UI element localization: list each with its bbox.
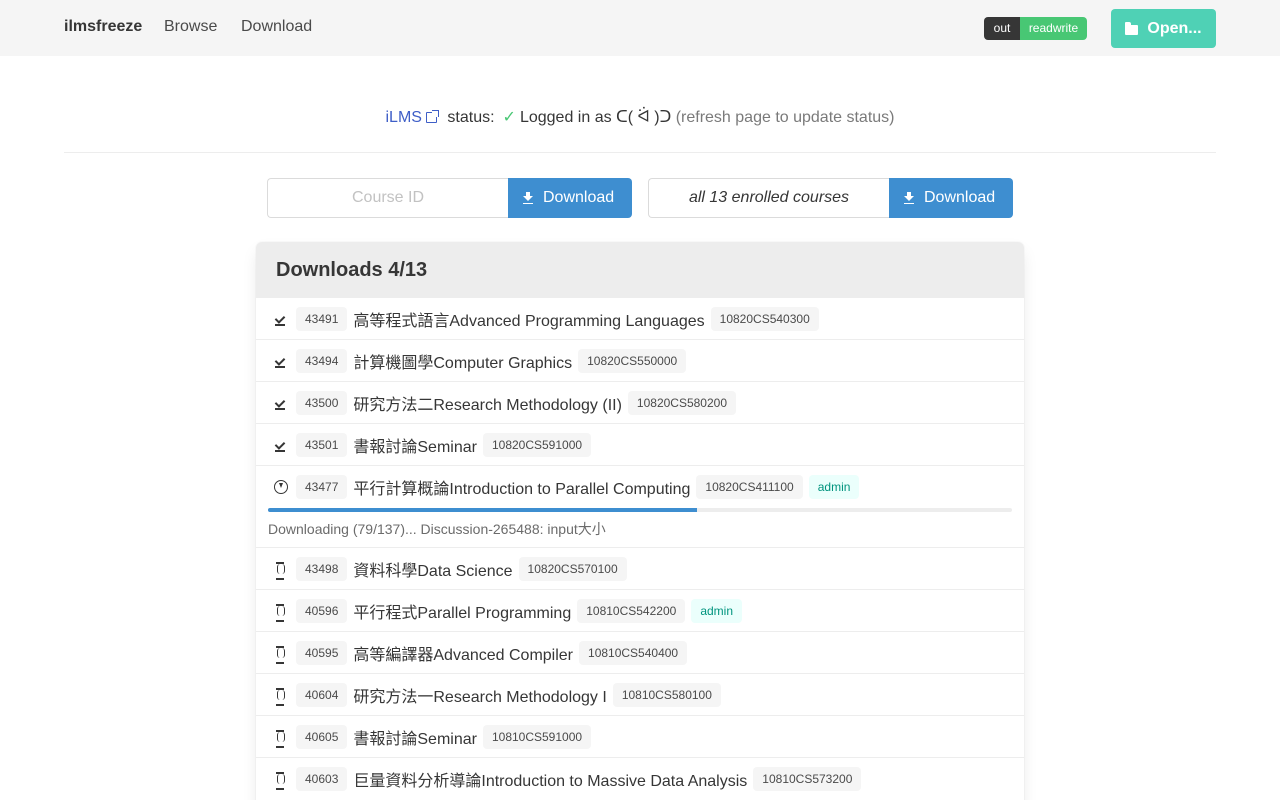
course-row[interactable]: 43501 書報討論Seminar 10820CS591000 — [256, 423, 1024, 465]
navbar: ilmsfreeze Browse Download out readwrite… — [0, 0, 1280, 56]
course-id-field: Course ID Download — [267, 178, 632, 218]
course-code-tag: 10810CS540400 — [579, 640, 688, 665]
active-download-row[interactable]: 43477 平行計算概論Introduction to Parallel Com… — [256, 465, 1024, 547]
done-check-icon — [274, 438, 288, 452]
course-row[interactable]: 40604 研究方法一Research Methodology I 10810C… — [256, 673, 1024, 715]
progress-fill — [268, 508, 698, 512]
course-name: 高等編譯器Advanced Compiler — [353, 646, 574, 664]
course-code-tag: 10810CS591000 — [482, 724, 592, 749]
nav-browse[interactable]: Browse — [164, 18, 217, 36]
ilms-link[interactable]: iLMS — [386, 109, 422, 126]
course-code-tag: 10810CS542200 — [577, 598, 686, 623]
download-all-button[interactable]: Download — [889, 178, 1013, 218]
brand-link[interactable]: ilmsfreeze — [64, 18, 142, 36]
external-link-icon — [425, 110, 439, 123]
download-icon — [523, 192, 533, 204]
course-name: 資料科學Data Science — [353, 562, 513, 580]
logged-in-text: Logged in as ᑕ( ᐛ )ᑐ — [519, 109, 672, 126]
status-label: status: — [447, 109, 495, 126]
course-code-tag: 10810CS580100 — [612, 682, 721, 707]
done-check-icon — [274, 396, 288, 410]
course-id-tag: 40603 — [296, 766, 348, 791]
download-course-label: Download — [543, 189, 615, 206]
course-row[interactable]: 40596 平行程式Parallel Programming 10810CS54… — [256, 589, 1024, 631]
hourglass-icon — [274, 729, 288, 748]
course-id-tag: 43477 — [296, 475, 348, 499]
download-course-button[interactable]: Download — [508, 178, 632, 218]
course-name: 計算機圖學Computer Graphics — [353, 354, 573, 372]
nav-download[interactable]: Download — [241, 18, 312, 36]
downloading-icon — [274, 480, 288, 494]
course-id-tag: 43500 — [296, 390, 348, 415]
course-id-input[interactable]: Course ID — [267, 178, 508, 218]
admin-badge: admin — [808, 475, 860, 499]
downloads-panel: Downloads 4/13 43491 高等程式語言Advanced Prog… — [256, 242, 1024, 800]
mode-readwrite-tag: readwrite — [1020, 17, 1087, 40]
download-icon — [904, 192, 914, 204]
hourglass-icon — [274, 645, 288, 664]
course-row[interactable]: 40605 書報討論Seminar 10810CS591000 — [256, 715, 1024, 757]
course-name: 平行程式Parallel Programming — [353, 604, 572, 622]
hourglass-icon — [274, 561, 288, 580]
folder-icon — [1125, 21, 1139, 35]
open-button-label: Open... — [1147, 19, 1202, 37]
mode-out-tag: out — [984, 17, 1020, 40]
course-name: 研究方法二Research Methodology (II) — [353, 396, 622, 414]
course-row[interactable]: 43491 高等程式語言Advanced Programming Languag… — [256, 297, 1024, 339]
course-code-tag: 10820CS570100 — [518, 556, 627, 581]
course-id-tag: 43494 — [296, 348, 348, 373]
course-row[interactable]: 43500 研究方法二Research Methodology (II) 108… — [256, 381, 1024, 423]
course-id-tag: 43501 — [296, 432, 348, 457]
course-id-tag: 43498 — [296, 556, 348, 581]
hourglass-icon — [274, 687, 288, 706]
course-id-tag: 43491 — [296, 306, 348, 331]
course-row[interactable]: 40595 高等編譯器Advanced Compiler 10810CS5404… — [256, 631, 1024, 673]
course-code-tag: 10820CS591000 — [482, 432, 592, 457]
course-name: 巨量資料分析導論Introduction to Massive Data Ana… — [353, 772, 748, 790]
course-id-tag: 40595 — [296, 640, 348, 665]
open-button[interactable]: Open... — [1111, 9, 1216, 48]
course-code-tag: 10820CS550000 — [578, 348, 687, 373]
course-id-tag: 40596 — [296, 598, 348, 623]
course-row[interactable]: 43498 資料科學Data Science 10820CS570100 — [256, 547, 1024, 589]
course-name: 書報討論Seminar — [353, 730, 477, 748]
download-all-label: Download — [924, 189, 996, 206]
progress-bar — [268, 508, 1012, 512]
progress-status-text: Downloading (79/137)... Discussion-26548… — [268, 521, 606, 537]
course-row[interactable]: 43494 計算機圖學Computer Graphics 10820CS5500… — [256, 339, 1024, 381]
course-code-tag: 10820CS411100 — [696, 475, 803, 499]
course-name: 高等程式語言Advanced Programming Languages — [353, 312, 705, 330]
course-name: 研究方法一Research Methodology I — [353, 688, 607, 706]
status-line: iLMS status: ✓ Logged in as ᑕ( ᐛ )ᑐ (refre… — [0, 107, 1280, 127]
course-code-tag: 10810CS573200 — [753, 766, 862, 791]
all-courses-input[interactable]: all 13 enrolled courses — [648, 178, 889, 218]
course-id-tag: 40605 — [296, 724, 348, 749]
all-courses-field: all 13 enrolled courses Download — [648, 178, 1013, 218]
downloads-heading: Downloads 4/13 — [256, 242, 1024, 297]
divider — [64, 152, 1216, 153]
course-code-tag: 10820CS540300 — [710, 306, 819, 331]
refresh-hint: (refresh page to update status) — [675, 109, 895, 126]
course-row[interactable]: 40603 巨量資料分析導論Introduction to Massive Da… — [256, 757, 1024, 799]
course-id-tag: 40604 — [296, 682, 348, 707]
course-name: 平行計算概論Introduction to Parallel Computing — [353, 481, 691, 498]
admin-badge: admin — [691, 598, 742, 623]
course-code-tag: 10820CS580200 — [627, 390, 737, 415]
hourglass-icon — [274, 771, 288, 790]
check-icon: ✓ — [502, 109, 516, 126]
hourglass-icon — [274, 603, 288, 622]
done-check-icon — [274, 312, 288, 326]
course-name: 書報討論Seminar — [353, 438, 477, 456]
done-check-icon — [274, 354, 288, 368]
